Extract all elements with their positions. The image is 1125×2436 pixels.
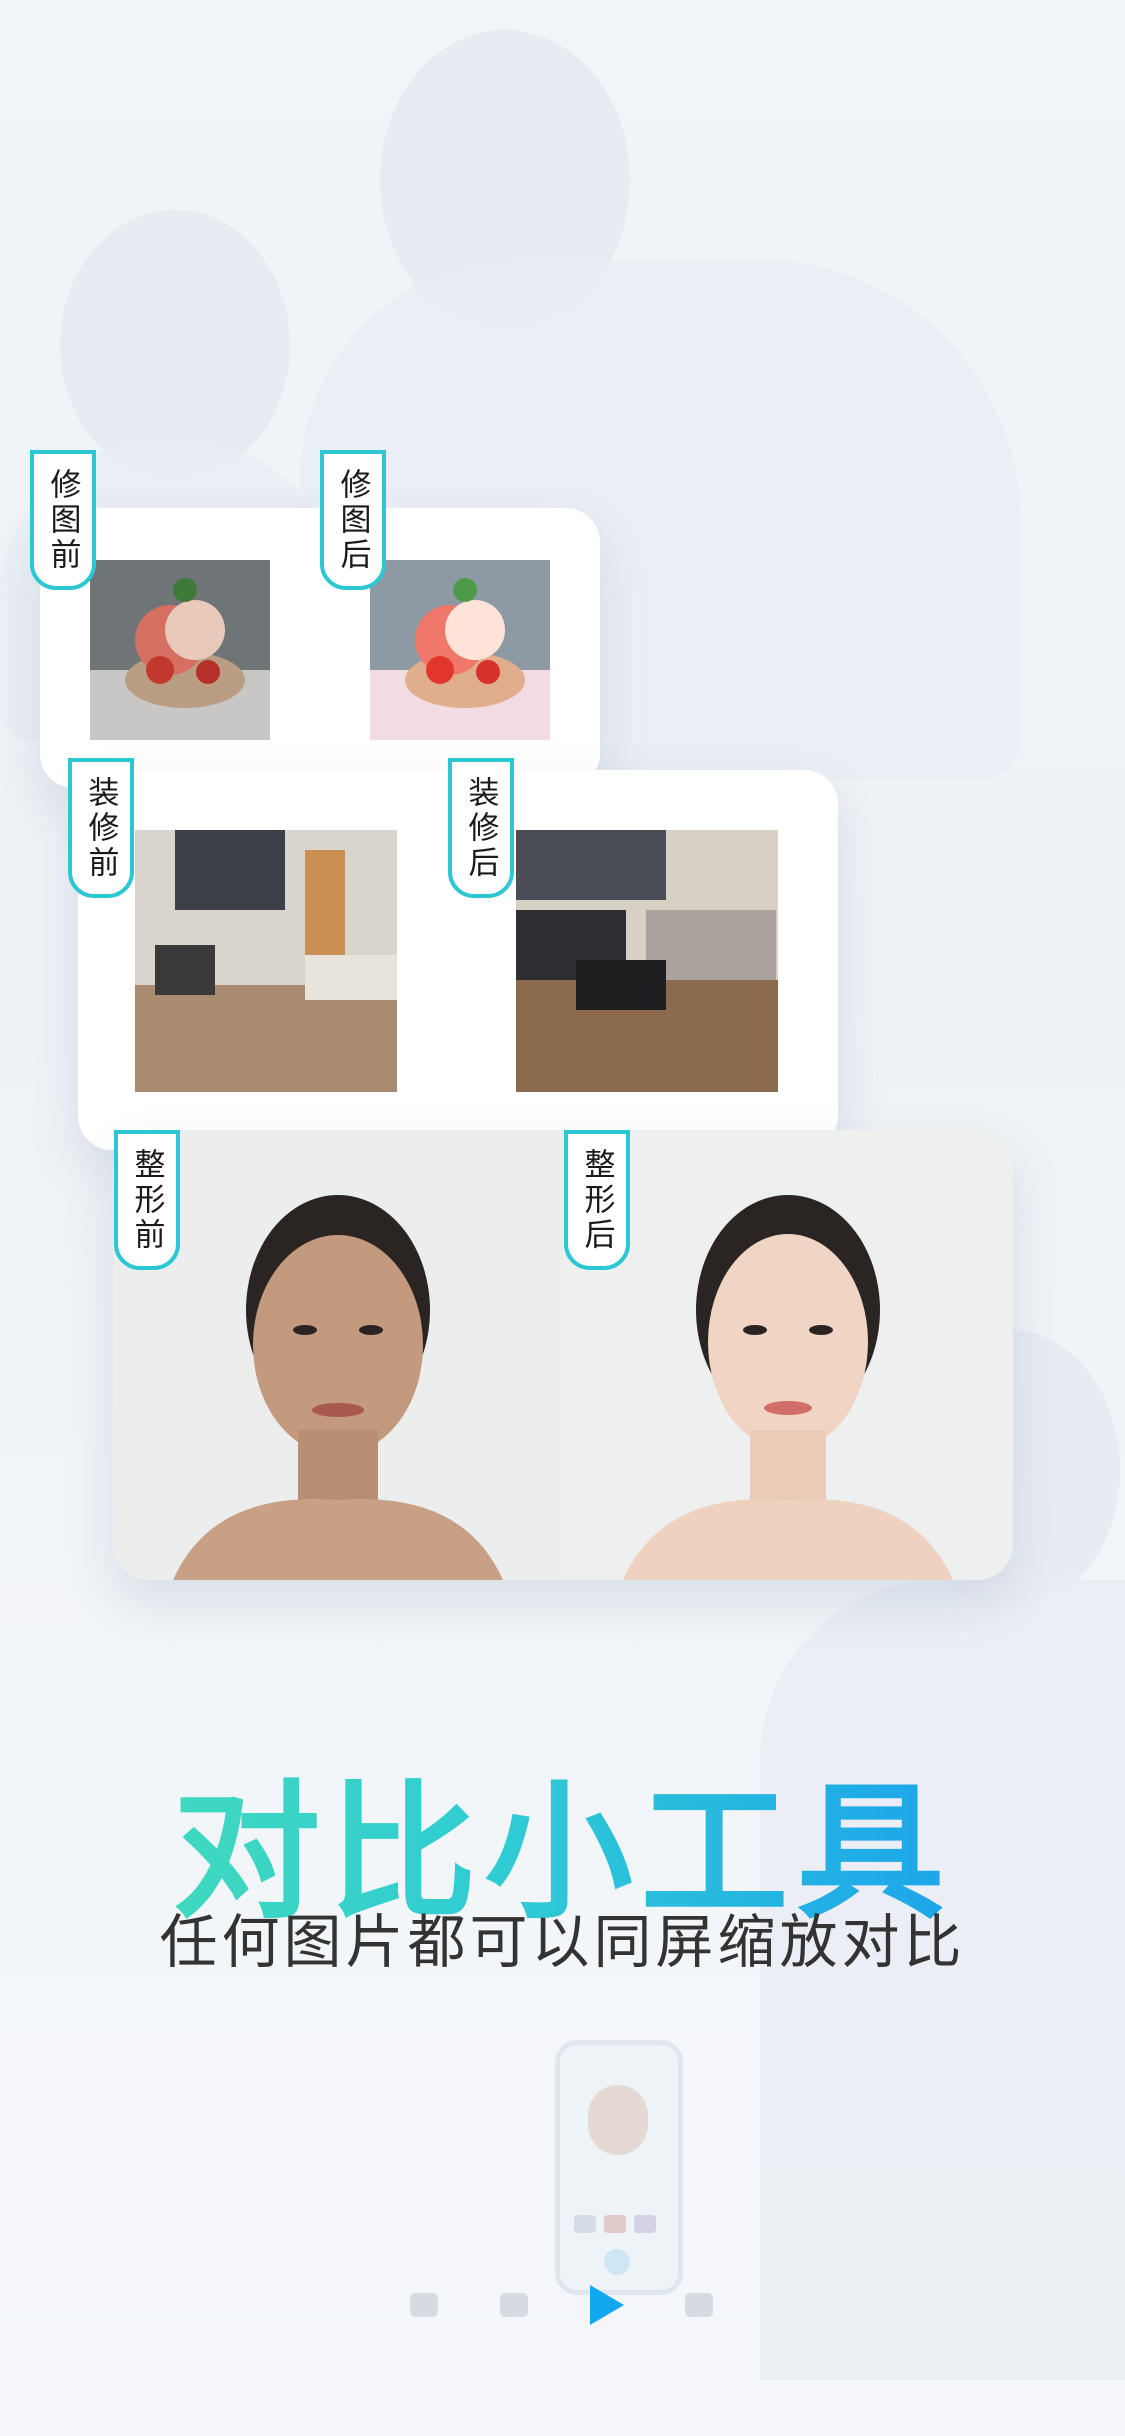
- tag-after: 修图后: [320, 450, 386, 590]
- page-dot[interactable]: [410, 2293, 438, 2317]
- after-image-dessert: [370, 560, 550, 740]
- tag-after: 装修后: [448, 758, 514, 898]
- after-image-face: [563, 1130, 1013, 1580]
- comparison-card-cosmetic: [113, 1130, 1013, 1580]
- before-image-face: [113, 1130, 563, 1580]
- page-indicator[interactable]: [400, 2285, 740, 2325]
- before-image-dessert: [90, 560, 270, 740]
- tag-before: 整形前: [114, 1130, 180, 1270]
- after-image-room: [516, 830, 778, 1092]
- subheadline: 任何图片都可以同屏缩放对比: [159, 1908, 966, 1976]
- phone-illustration: [555, 2040, 683, 2295]
- tag-after: 整形后: [564, 1130, 630, 1270]
- before-image-room: [135, 830, 397, 1092]
- tag-before: 修图前: [30, 450, 96, 590]
- page-dot[interactable]: [500, 2293, 528, 2317]
- tag-before: 装修前: [68, 758, 134, 898]
- page-dot[interactable]: [685, 2293, 713, 2317]
- play-triangle-icon[interactable]: [590, 2285, 624, 2325]
